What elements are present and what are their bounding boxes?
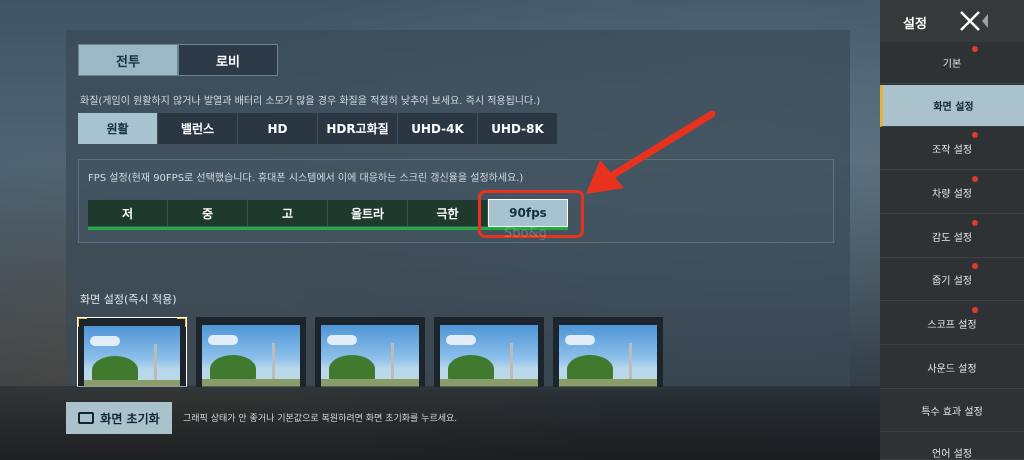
red-arrow-icon — [586, 110, 716, 194]
sidebar-item-label: 스코프 설정 — [927, 320, 977, 331]
quality-option-smooth[interactable]: 원활 — [78, 113, 158, 144]
mode-tabs: 전투 로비 — [78, 44, 278, 76]
screen-reset-button[interactable]: 화면 초기화 — [66, 402, 172, 434]
landscape-image — [202, 325, 300, 387]
notification-dot — [972, 307, 978, 313]
fps-description: FPS 설정(현재 90FPS로 선택했습니다. 휴대폰 시스템에서 이에 대응… — [88, 173, 524, 184]
fps-option-extreme[interactable]: 극한 — [408, 200, 488, 226]
quality-option-hdr[interactable]: HDR고화질 — [318, 113, 398, 144]
notification-dot — [972, 132, 978, 138]
fps-option-low[interactable]: 저 — [88, 200, 168, 226]
sidebar-item-label: 특수 효과 설정 — [921, 407, 983, 418]
close-icon[interactable] — [958, 10, 990, 32]
sidebar-item-label: 조작 설정 — [932, 145, 972, 156]
sidebar-item-controls[interactable]: 조작 설정 — [880, 128, 1024, 170]
screen-reset-icon — [78, 412, 95, 424]
notification-dot — [972, 46, 978, 52]
sidebar-header — [880, 0, 1024, 42]
quality-option-uhd4k[interactable]: UHD-4K — [398, 113, 478, 144]
watermark: Sbo&g — [504, 226, 547, 241]
sidebar-item-label: 언어 설정 — [932, 449, 972, 460]
screen-reset-hint: 그래픽 상태가 안 좋거나 기본값으로 복원하려면 화면 초기화를 누르세요. — [183, 414, 458, 424]
quality-option-balanced[interactable]: 밸런스 — [158, 113, 238, 144]
screen-thumbnail[interactable] — [553, 317, 663, 387]
screen-thumbnails — [77, 317, 663, 387]
notification-dot — [972, 176, 978, 182]
landscape-image — [321, 325, 419, 387]
sidebar-item-scope[interactable]: 스코프 설정 — [880, 303, 1024, 345]
notification-dot — [972, 220, 978, 226]
sidebar-item-sound[interactable]: 사운드 설정 — [880, 347, 1024, 389]
screen-reset-label: 화면 초기화 — [100, 411, 160, 426]
fps-option-high[interactable]: 고 — [248, 200, 328, 226]
screen-thumbnail[interactable] — [434, 317, 544, 387]
quality-options: 원활 밸런스 HD HDR고화질 UHD-4K UHD-8K — [78, 113, 558, 144]
sidebar-item-sensitivity[interactable]: 감도 설정 — [880, 216, 1024, 258]
sidebar-item-label: 화면 설정 — [933, 102, 974, 113]
sidebar-item-label: 사운드 설정 — [927, 364, 977, 375]
notification-dot — [972, 263, 978, 269]
quality-description: 화질(게임이 원활하지 않거나 발열과 배터리 소모가 많을 경우 화질을 적절… — [80, 96, 541, 107]
fps-option-medium[interactable]: 중 — [168, 200, 248, 226]
sidebar-item-label: 줍기 설정 — [932, 276, 972, 287]
sidebar-item-label: 감도 설정 — [932, 233, 972, 244]
sidebar-item-language[interactable]: 언어 설정 — [880, 433, 1024, 460]
landscape-image — [559, 325, 657, 387]
screen-thumbnail[interactable] — [196, 317, 306, 387]
landscape-image — [84, 326, 180, 386]
tab-battle[interactable]: 전투 — [78, 44, 178, 76]
tab-lobby[interactable]: 로비 — [178, 44, 278, 76]
sidebar-item-label: 차량 설정 — [932, 189, 972, 200]
sidebar-item-label: 기본 — [942, 59, 962, 70]
fps-option-ultra[interactable]: 울트라 — [328, 200, 408, 226]
landscape-image — [440, 325, 538, 387]
quality-option-hd[interactable]: HD — [238, 113, 318, 144]
sidebar-item-basic[interactable]: 기본 — [880, 42, 1024, 84]
quality-option-uhd8k[interactable]: UHD-8K — [478, 113, 558, 144]
sidebar-item-pickup[interactable]: 줍기 설정 — [880, 259, 1024, 301]
sidebar-item-effects[interactable]: 특수 효과 설정 — [880, 390, 1024, 432]
screen-thumbnail[interactable] — [315, 317, 425, 387]
sidebar-item-vehicle[interactable]: 차량 설정 — [880, 172, 1024, 214]
sidebar-item-display[interactable]: 화면 설정 — [880, 85, 1024, 127]
screen-settings-title: 화면 설정(즉시 적용) — [80, 293, 177, 306]
sidebar-title: 설정 — [903, 17, 927, 32]
screen-thumbnail[interactable] — [77, 317, 187, 387]
